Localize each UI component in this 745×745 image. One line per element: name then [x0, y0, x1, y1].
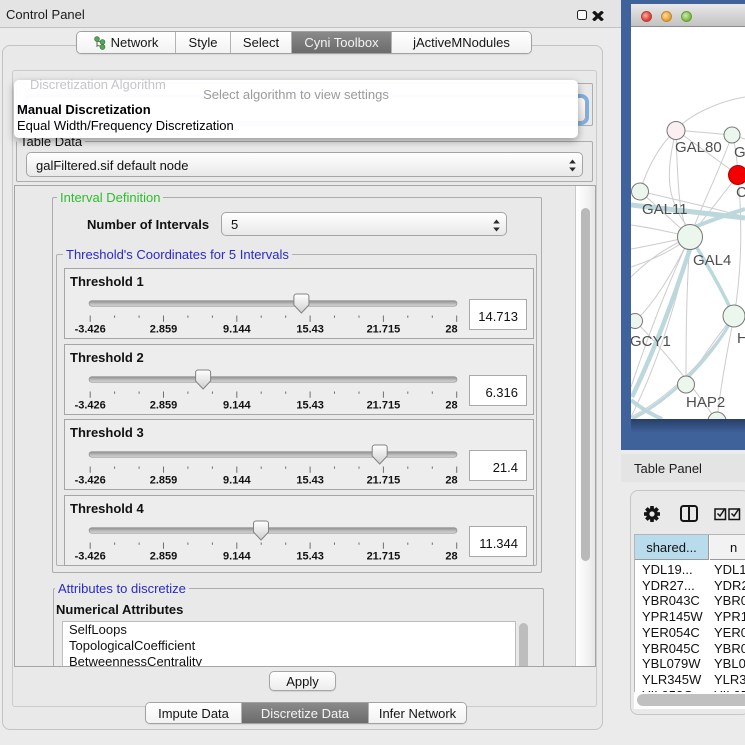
- svg-text:-3.426: -3.426: [75, 551, 106, 563]
- svg-text:9.144: 9.144: [223, 551, 251, 563]
- svg-text:15.43: 15.43: [296, 475, 324, 487]
- svg-text:GA: GA: [734, 144, 745, 161]
- svg-text:28: 28: [445, 400, 457, 412]
- svg-text:28: 28: [445, 324, 457, 336]
- svg-text:-3.426: -3.426: [75, 400, 106, 412]
- svg-text:2.859: 2.859: [150, 475, 178, 487]
- svg-text:9.144: 9.144: [223, 475, 251, 487]
- svg-text:15.43: 15.43: [296, 324, 324, 336]
- svg-text:21.715: 21.715: [367, 551, 401, 563]
- svg-text:GCY1: GCY1: [631, 333, 671, 350]
- svg-text:9.144: 9.144: [223, 324, 251, 336]
- svg-text:H: H: [737, 330, 745, 347]
- svg-text:-3.426: -3.426: [75, 475, 106, 487]
- svg-text:GAL11: GAL11: [642, 201, 688, 218]
- svg-text:2.859: 2.859: [150, 400, 178, 412]
- svg-text:GAL4: GAL4: [693, 252, 731, 269]
- svg-text:21.715: 21.715: [367, 324, 401, 336]
- svg-text:-3.426: -3.426: [75, 324, 106, 336]
- svg-text:28: 28: [445, 551, 457, 563]
- svg-text:21.715: 21.715: [367, 475, 401, 487]
- svg-text:HAP2: HAP2: [686, 394, 725, 411]
- svg-text:C: C: [736, 184, 745, 201]
- svg-text:21.715: 21.715: [367, 400, 401, 412]
- svg-text:GAL80: GAL80: [675, 139, 722, 156]
- svg-text:2.859: 2.859: [150, 551, 178, 563]
- svg-text:15.43: 15.43: [296, 551, 324, 563]
- svg-text:9.144: 9.144: [223, 400, 251, 412]
- svg-text:2.859: 2.859: [150, 324, 178, 336]
- svg-text:15.43: 15.43: [296, 400, 324, 412]
- svg-text:28: 28: [445, 475, 457, 487]
